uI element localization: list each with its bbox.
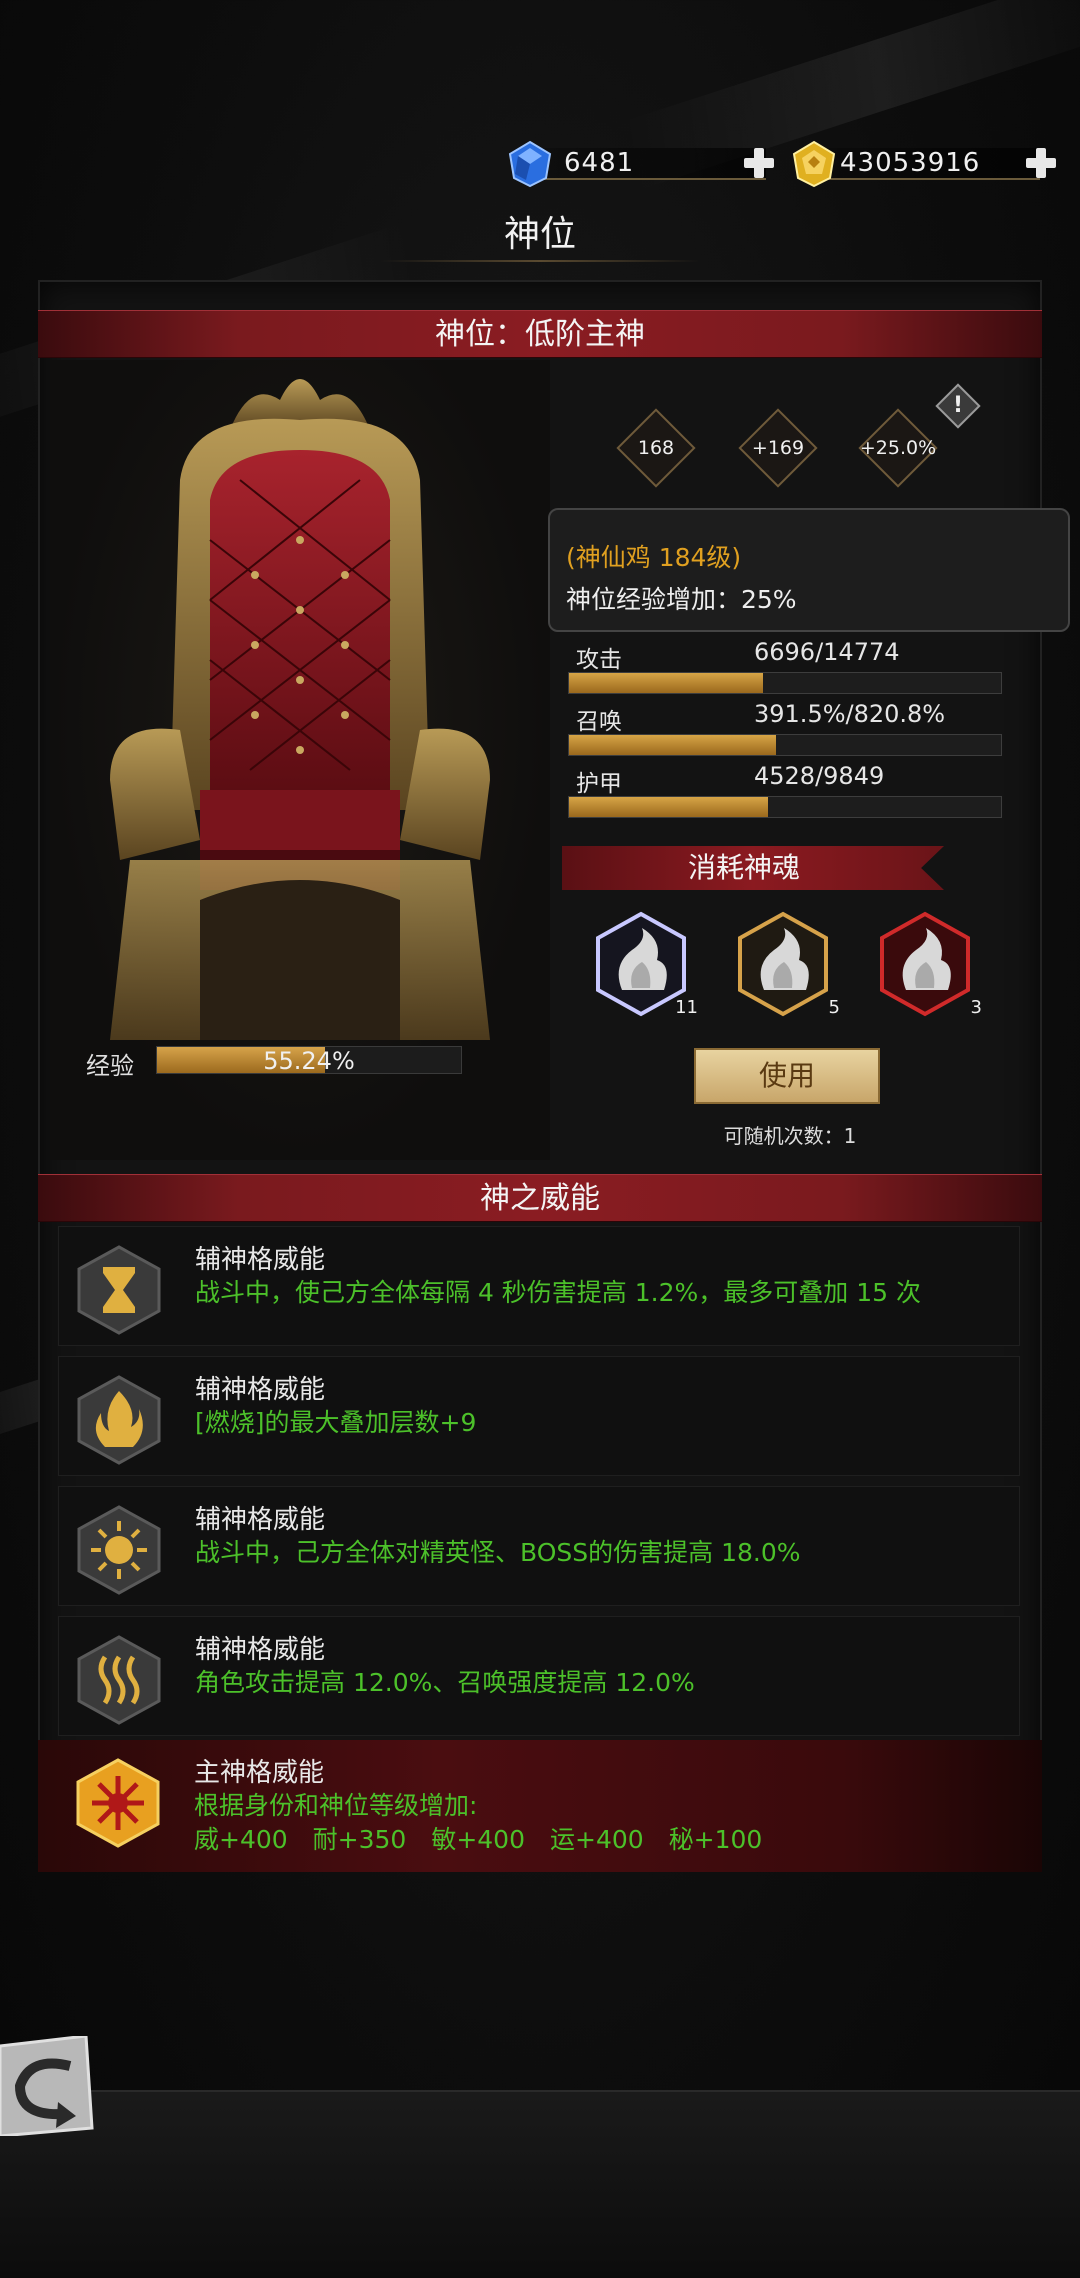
gold-gem-icon [792,140,836,188]
gold-currency: 43053916 [790,140,1050,188]
soul-count: 5 [828,997,840,1018]
gem-currency: 6481 [506,140,776,188]
exp-bar: 55.24% [156,1046,462,1075]
ability-item[interactable]: 辅神格威能 战斗中，己方全体对精英怪、BOSS的伤害提高 18.0% [58,1486,1020,1606]
bottom-bar [0,2090,1080,2278]
ability-item[interactable]: 辅神格威能 战斗中，使己方全体每隔 4 秒伤害提高 1.2%，最多可叠加 15 … [58,1226,1020,1346]
title-divider [380,260,700,262]
flame-icon [77,1375,161,1465]
info-alert-icon[interactable]: ! [934,382,982,430]
gem-amount: 6481 [564,148,635,178]
soul-red-icon [880,911,970,1017]
exp-value: 55.24% [263,1047,355,1075]
soul-gold-icon [738,911,828,1017]
use-button[interactable]: 使用 [694,1048,880,1104]
soul-item-blue[interactable]: 11 [592,910,698,1020]
consume-souls-title: 消耗神魂 [562,846,944,890]
soul-item-red[interactable]: 3 [876,910,982,1020]
soul-count: 11 [675,997,698,1018]
soul-count: 3 [970,997,982,1018]
back-button[interactable] [0,2036,96,2136]
main-ability-item[interactable]: 主神格威能 根据身份和神位等级增加: 威+400 耐+350 敏+400 运+4… [38,1740,1042,1872]
hourglass-icon [77,1245,161,1335]
ability-item[interactable]: 辅神格威能 角色攻击提高 12.0%、召唤强度提高 12.0% [58,1616,1020,1736]
badge-tooltip: (神仙鸡 184级) 神位经验增加：25% [548,508,1070,632]
blue-gem-icon [508,140,552,188]
throne-area [50,360,550,1160]
stat-attack: 攻击 6696/14774 [566,638,1006,700]
stat-armor: 护甲 4528/9849 [566,762,1006,824]
percent-badge: +25.0% [858,408,938,488]
wave-icon [77,1635,161,1725]
exp-label: 经验 [86,1052,134,1080]
throne-image [110,379,490,1040]
level-badge: 168 [616,408,696,488]
tooltip-line-1: (神仙鸡 184级) [566,543,742,572]
star-burst-icon [76,1758,160,1848]
add-gems-button[interactable] [742,146,776,180]
soul-item-gold[interactable]: 5 [734,910,840,1020]
sun-icon [77,1505,161,1595]
stat-summon: 召唤 391.5%/820.8% [566,700,1006,762]
rank-banner: 神位：低阶主神 [38,310,1042,358]
page-title: 神位 [503,214,576,255]
power-banner: 神之威能 [38,1174,1042,1222]
tooltip-line-2: 神位经验增加：25% [566,585,797,614]
gold-amount: 43053916 [840,148,981,178]
random-count-text: 可随机次数：1 [723,1124,857,1148]
ability-item[interactable]: 辅神格威能 [燃烧]的最大叠加层数+9 [58,1356,1020,1476]
bonus-badge: +169 [738,408,818,488]
add-gold-button[interactable] [1024,146,1058,180]
